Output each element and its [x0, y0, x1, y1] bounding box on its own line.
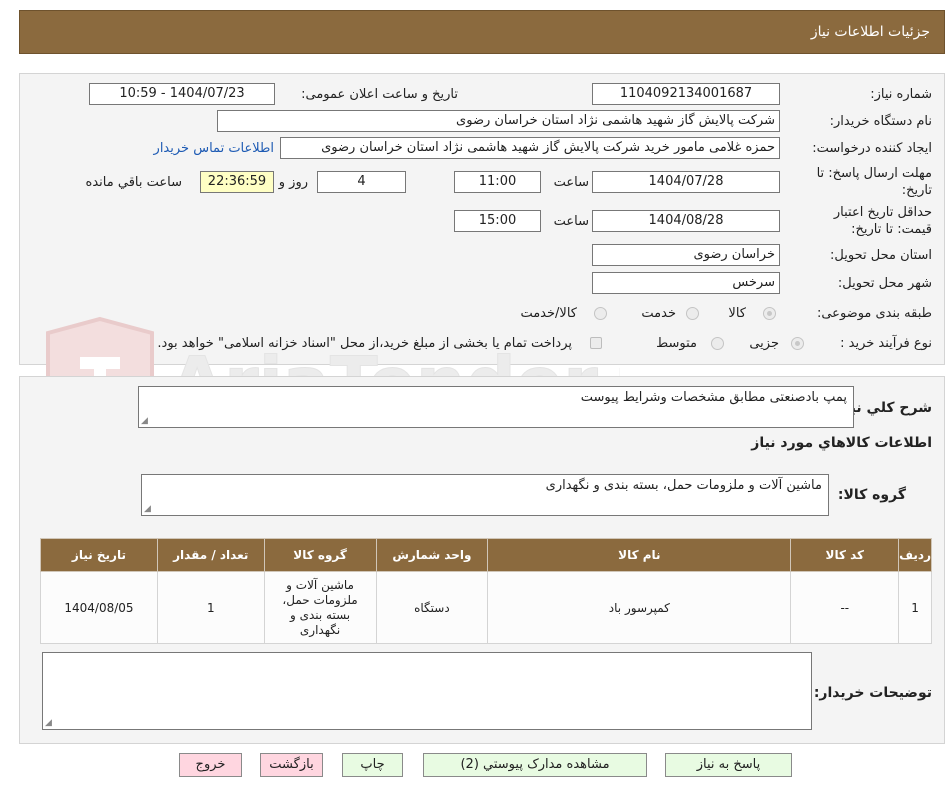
col-qty: تعداد / مقدار — [156, 538, 265, 572]
cell-row: 1 — [898, 571, 932, 644]
goods-table-header: ردیف کد کالا نام کالا واحد شمارش گروه کا… — [40, 538, 932, 572]
category-radio-goods[interactable] — [763, 307, 776, 320]
col-date: تاریخ نیاز — [40, 538, 158, 572]
deadline-date-field: 1404/07/28 — [592, 171, 780, 193]
resize-grip-icon[interactable]: ◢ — [141, 417, 148, 426]
general-description-text: پمپ بادصنعتی مطابق مشخصات وشرایط پیوست — [580, 390, 847, 405]
process-radio-minor[interactable] — [791, 337, 804, 350]
announce-datetime-field: 1404/07/23 - 10:59 — [89, 83, 275, 105]
col-row: ردیف — [898, 538, 932, 572]
buyer-notes-field: ◢ — [42, 652, 812, 730]
deadline-label-line2: تاریخ: — [901, 183, 932, 198]
goods-group-field: ماشین آلات و ملزومات حمل، بسته بندی و نگ… — [141, 474, 829, 516]
goods-group-label: گروه کالا: — [837, 487, 906, 503]
province-label: استان محل تحویل: — [830, 248, 932, 263]
requester-field: حمزه غلامی مامور خرید شرکت پالایش گاز شه… — [280, 137, 780, 159]
table-row: 1 -- کمپرسور باد دستگاه ماشین آلات و ملز… — [40, 571, 932, 644]
goods-info-title: اطلاعات کالاهاي مورد نياز — [751, 435, 932, 451]
cell-name: کمپرسور باد — [487, 571, 792, 644]
general-description-field: پمپ بادصنعتی مطابق مشخصات وشرایط پیوست ◢ — [138, 386, 854, 428]
need-number-field: 1104092134001687 — [592, 83, 780, 105]
treasury-checkbox[interactable] — [590, 337, 602, 349]
category-option-goods-service: کالا/خدمت — [520, 306, 577, 321]
buyer-org-label: نام دستگاه خریدار: — [829, 114, 932, 129]
category-radio-goods-service[interactable] — [594, 307, 607, 320]
deadline-time-label: ساعت — [553, 175, 589, 190]
deadline-time-field: 11:00 — [454, 171, 541, 193]
days-remaining-field: 4 — [317, 171, 406, 193]
process-radio-medium[interactable] — [711, 337, 724, 350]
col-group: گروه کالا — [263, 538, 377, 572]
city-field: سرخس — [592, 272, 780, 294]
cell-qty: 1 — [156, 571, 265, 644]
buyer-contact-link[interactable]: اطلاعات تماس خریدار — [154, 141, 274, 156]
city-label: شهر محل تحویل: — [837, 276, 932, 291]
validity-time-label: ساعت — [553, 214, 589, 229]
need-details-panel: AriaTender.neT شماره نیاز: 1104092134001… — [19, 73, 945, 444]
goods-table: ردیف کد کالا نام کالا واحد شمارش گروه کا… — [40, 538, 932, 644]
cell-unit: دستگاه — [375, 571, 489, 644]
view-attachments-button[interactable]: مشاهده مدارک پیوستي (2) — [423, 753, 647, 777]
buyer-notes-label: توضیحات خریدار: — [813, 685, 932, 701]
category-option-service: خدمت — [641, 306, 676, 321]
col-unit: واحد شمارش — [375, 538, 489, 572]
page-title: جزئیات اطلاعات نیاز — [810, 24, 930, 40]
time-remaining-field: 22:36:59 — [200, 171, 274, 193]
goods-panel: شرح کلي نياز: پمپ بادصنعتی مطابق مشخصات … — [19, 376, 945, 744]
back-button[interactable]: بازگشت — [260, 753, 323, 777]
requester-label: ایجاد کننده درخواست: — [812, 141, 932, 156]
time-remaining-label: ساعت باقي مانده — [85, 175, 182, 190]
cell-group: ماشین آلات و ملزومات حمل، بسته بندی و نگ… — [263, 571, 377, 644]
validity-label-line1: حداقل تاريخ اعتبار — [833, 205, 932, 220]
resize-grip-icon[interactable]: ◢ — [144, 505, 151, 514]
validity-time-field: 15:00 — [454, 210, 541, 232]
validity-label-line2: قیمت: تا تاریخ: — [851, 222, 932, 237]
validity-date-field: 1404/08/28 — [592, 210, 780, 232]
resize-grip-icon[interactable]: ◢ — [45, 719, 52, 728]
category-option-goods: کالا — [728, 306, 746, 321]
reply-button[interactable]: پاسخ به نیاز — [665, 753, 792, 777]
need-number-label: شماره نیاز: — [870, 87, 932, 102]
category-label: طبقه بندی موضوعی: — [816, 306, 932, 321]
col-code: کد کالا — [790, 538, 900, 572]
province-field: خراسان رضوی — [592, 244, 780, 266]
cell-code: -- — [790, 571, 900, 644]
category-radio-service[interactable] — [686, 307, 699, 320]
process-option-medium: متوسط — [656, 336, 697, 351]
print-button[interactable]: چاپ — [342, 753, 403, 777]
goods-group-text: ماشین آلات و ملزومات حمل، بسته بندی و نگ… — [545, 478, 822, 493]
page-header: جزئیات اطلاعات نیاز — [19, 10, 945, 54]
treasury-checkbox-label: پرداخت تمام یا بخشی از مبلغ خرید،از محل … — [157, 336, 572, 351]
process-option-minor: جزیی — [749, 336, 779, 351]
cell-date: 1404/08/05 — [40, 571, 158, 644]
exit-button[interactable]: خروج — [179, 753, 242, 777]
days-label: روز و — [278, 175, 308, 190]
deadline-label-line1: مهلت ارسال پاسخ: تا — [816, 166, 932, 181]
process-label: نوع فرآیند خرید : — [840, 336, 932, 351]
col-name: نام کالا — [487, 538, 792, 572]
buyer-org-field: شرکت پالایش گاز شهید هاشمی نژاد استان خر… — [217, 110, 780, 132]
announce-label: تاریخ و ساعت اعلان عمومی: — [301, 87, 458, 102]
